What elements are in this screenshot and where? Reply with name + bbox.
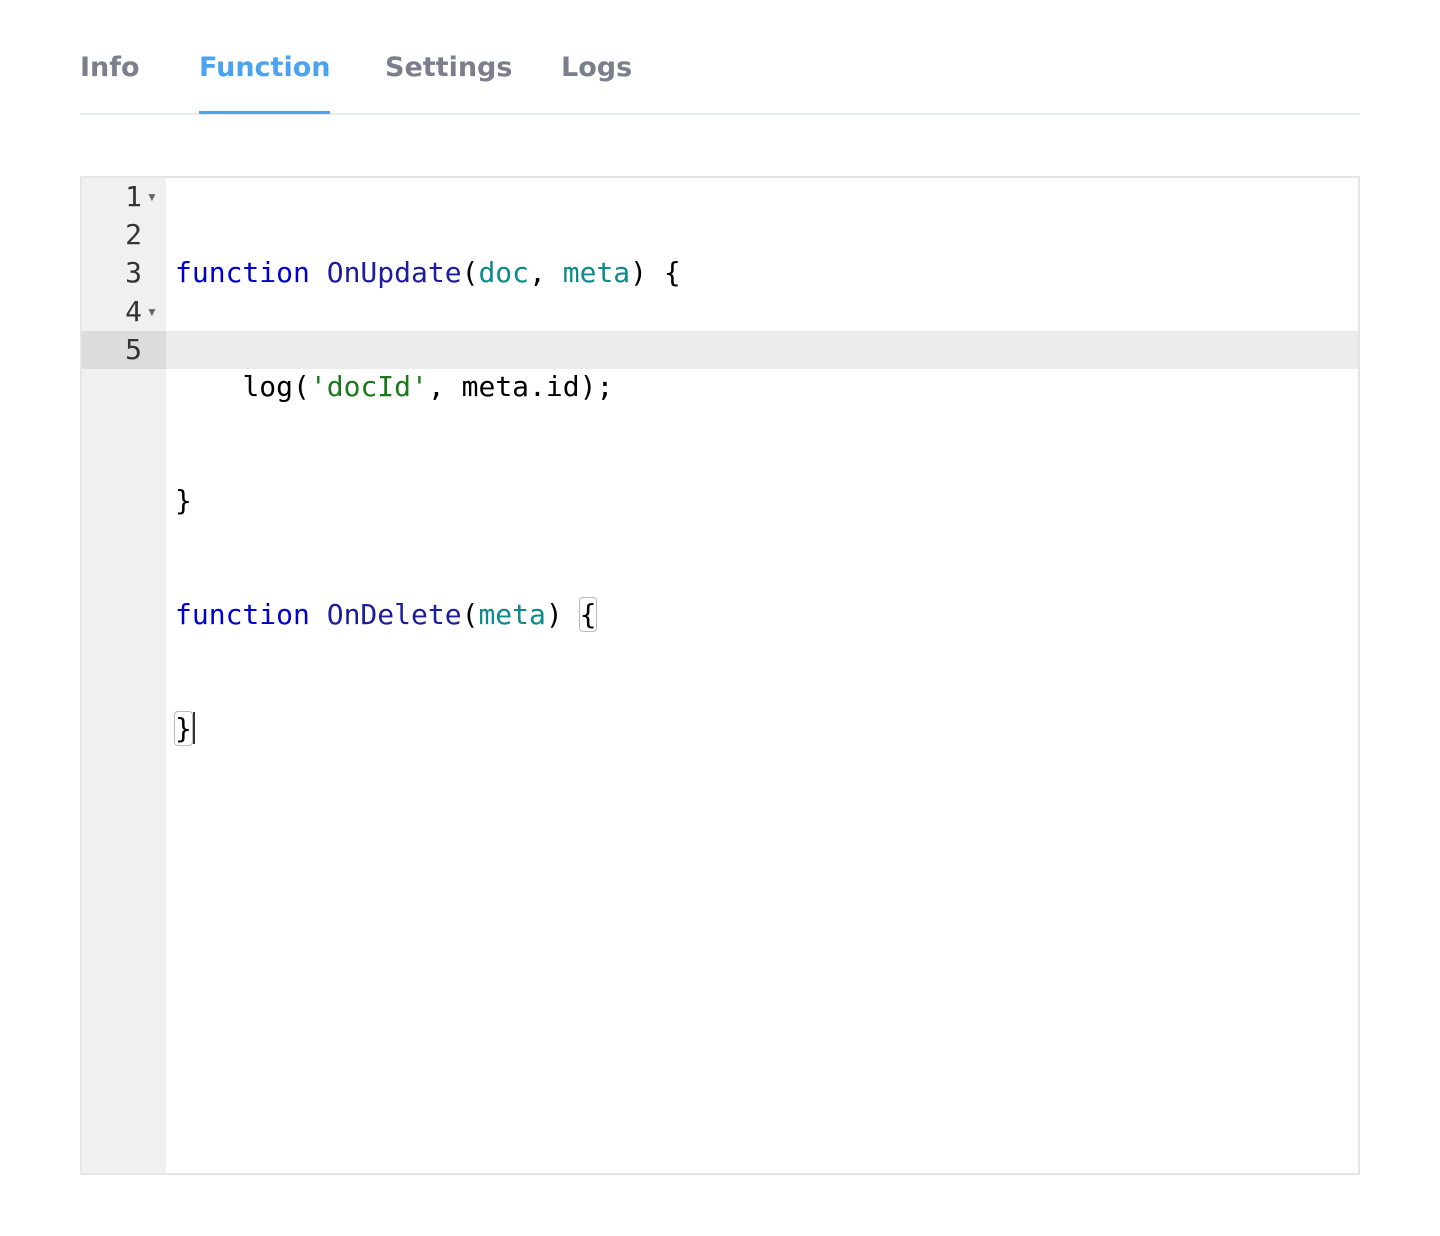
- code-content[interactable]: function OnUpdate(doc, meta) { log('docI…: [174, 178, 681, 824]
- string-literal: 'docId': [309, 370, 428, 403]
- code-line: function OnDelete(meta) {: [175, 596, 681, 634]
- code-editor[interactable]: 1 ▼ 2 3 4 ▼ 5 function OnUpdate(doc, met…: [80, 176, 1360, 1175]
- code-line: log('docId', meta.id);: [175, 368, 681, 406]
- text-cursor: [192, 712, 195, 744]
- function-name: OnDelete: [326, 598, 462, 631]
- paren: (: [461, 598, 479, 631]
- code-line: function OnUpdate(doc, meta) {: [175, 254, 681, 292]
- paren: (: [461, 256, 479, 289]
- fold-arrow-icon[interactable]: ▼: [146, 178, 158, 216]
- function-name: OnUpdate: [326, 256, 462, 289]
- code-text: }: [175, 484, 192, 517]
- code-text: , meta.id);: [427, 370, 614, 403]
- matched-bracket: {: [578, 597, 598, 632]
- line-number: 5: [125, 333, 142, 366]
- keyword: function: [175, 598, 310, 631]
- tab-logs[interactable]: Logs: [561, 52, 632, 114]
- tab-function[interactable]: Function: [199, 52, 331, 114]
- tab-bar: Info Function Settings Logs: [80, 0, 1360, 115]
- fold-arrow-icon[interactable]: ▼: [146, 293, 158, 331]
- paren: ) {: [630, 256, 681, 289]
- line-number: 3: [125, 256, 142, 289]
- parameter: doc: [478, 256, 530, 289]
- code-line: }: [174, 710, 681, 748]
- call: log(: [242, 370, 310, 403]
- line-number: 4: [125, 295, 142, 328]
- line-number: 2: [125, 218, 142, 251]
- tab-info[interactable]: Info: [80, 52, 140, 114]
- parameter: meta: [478, 598, 546, 631]
- tab-settings[interactable]: Settings: [385, 52, 512, 114]
- code-line: }: [175, 482, 681, 520]
- paren: ): [545, 598, 580, 631]
- parameter: meta: [562, 256, 631, 289]
- matched-bracket: }: [174, 711, 193, 746]
- line-number: 1: [125, 180, 142, 213]
- separator: ,: [529, 256, 563, 289]
- keyword: function: [175, 256, 310, 289]
